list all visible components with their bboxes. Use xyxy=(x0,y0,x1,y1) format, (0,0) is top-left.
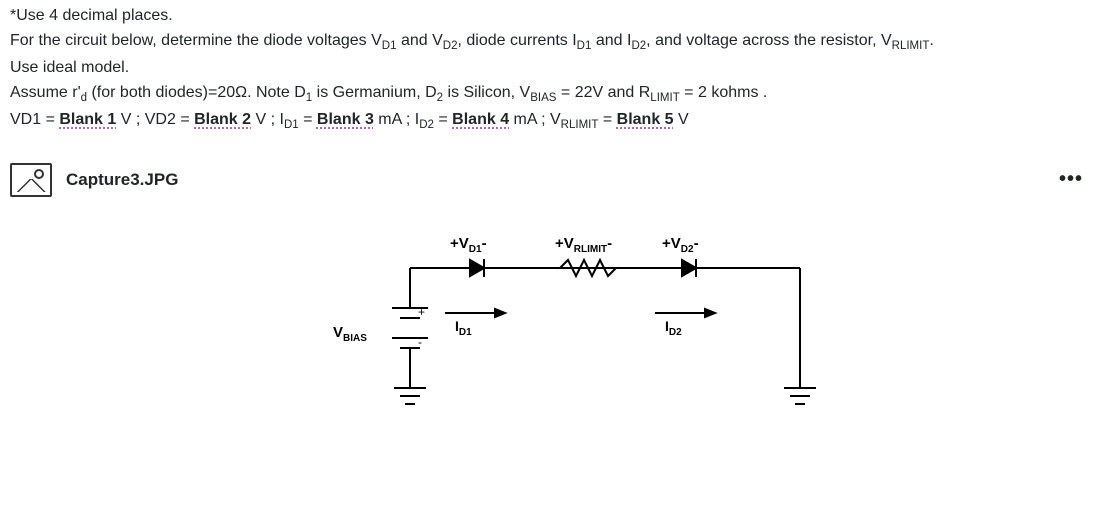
line-4: Assume r'd (for both diodes)=20Ω. Note D… xyxy=(10,81,1087,108)
svg-text:-: - xyxy=(418,335,422,349)
attachment-filename: Capture3.JPG xyxy=(66,167,178,193)
attachment-bar: Capture3.JPG ••• xyxy=(10,157,1087,203)
attachment-item[interactable]: Capture3.JPG xyxy=(10,163,178,197)
blank-1[interactable]: Blank 1 xyxy=(59,111,116,128)
line-3: Use ideal model. xyxy=(10,56,1087,81)
blank-3[interactable]: Blank 3 xyxy=(317,111,374,128)
svg-text:+VD2-: +VD2- xyxy=(662,235,699,255)
image-file-icon xyxy=(10,163,52,197)
blank-5[interactable]: Blank 5 xyxy=(617,111,674,128)
svg-text:+VD1-: +VD1- xyxy=(450,235,487,255)
circuit-diagram: +VD1- +VRLIMIT- +VD2- ID1 ID2 VBIAS + - xyxy=(10,213,1087,473)
svg-text:ID1: ID1 xyxy=(455,318,472,338)
line-2: For the circuit below, determine the dio… xyxy=(10,29,1087,56)
line-1: *Use 4 decimal places. xyxy=(10,4,1087,29)
line-answers: VD1 = Blank 1 V ; VD2 = Blank 2 V ; ID1 … xyxy=(10,108,1087,135)
svg-text:+VRLIMIT-: +VRLIMIT- xyxy=(555,235,612,255)
blank-4[interactable]: Blank 4 xyxy=(452,111,509,128)
svg-text:VBIAS: VBIAS xyxy=(333,324,367,344)
blank-2[interactable]: Blank 2 xyxy=(194,111,251,128)
svg-text:+: + xyxy=(418,305,425,319)
svg-text:ID2: ID2 xyxy=(665,318,682,338)
problem-statement: *Use 4 decimal places. For the circuit b… xyxy=(10,4,1087,135)
ellipsis-icon[interactable]: ••• xyxy=(1059,164,1087,195)
